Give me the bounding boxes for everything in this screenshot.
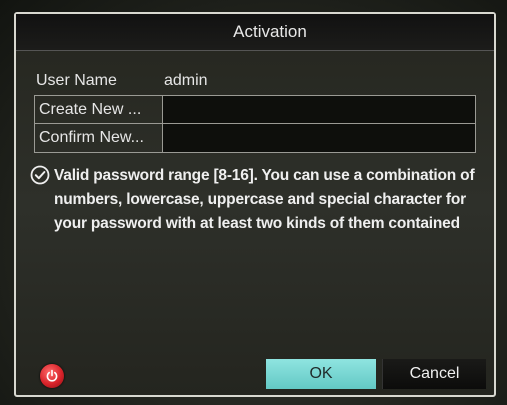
confirm-new-password-input[interactable]: [162, 124, 476, 153]
dialog-title: Activation: [233, 22, 307, 41]
create-new-password-input[interactable]: [162, 95, 476, 124]
user-name-row: User Name admin: [34, 66, 476, 95]
confirm-new-password-label: Confirm New...: [34, 124, 162, 153]
screen: Activation User Name admin Create New ..…: [0, 0, 507, 405]
power-symbol-icon: [46, 369, 58, 382]
dialog-titlebar: Activation: [16, 14, 494, 51]
dialog-footer: OK Cancel: [16, 349, 494, 395]
power-icon[interactable]: [40, 364, 64, 388]
password-hint: Valid password range [8-16]. You can use…: [30, 164, 490, 236]
create-new-password-label: Create New ...: [34, 95, 162, 124]
create-new-password-row: Create New ...: [34, 95, 476, 124]
cancel-button[interactable]: Cancel: [382, 359, 486, 389]
confirm-new-password-row: Confirm New...: [34, 124, 476, 153]
check-circle-icon: [30, 165, 50, 185]
activation-form: User Name admin Create New ... Confirm N…: [34, 66, 476, 153]
ok-button[interactable]: OK: [266, 359, 376, 389]
user-name-value: admin: [164, 71, 208, 89]
activation-dialog: Activation User Name admin Create New ..…: [14, 12, 496, 397]
password-hint-text: Valid password range [8-16]. You can use…: [54, 167, 475, 232]
user-name-label: User Name: [36, 71, 117, 89]
